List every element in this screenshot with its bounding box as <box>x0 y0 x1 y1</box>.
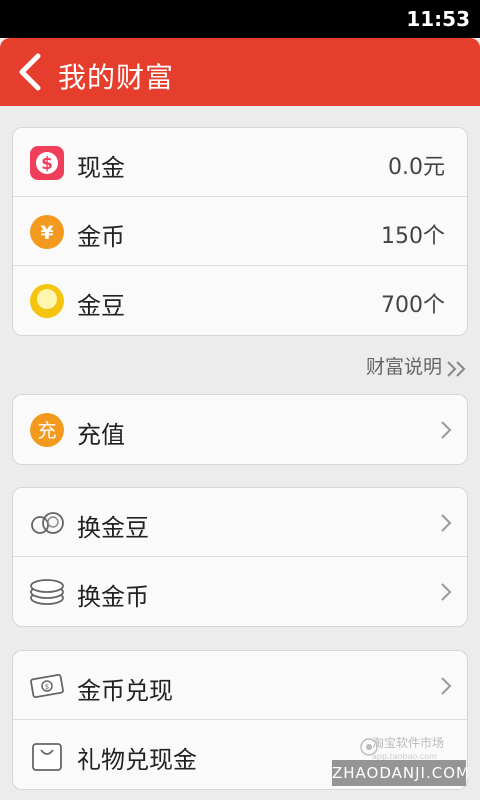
status-time: 11:53 <box>406 7 470 31</box>
status-bar: 11:53 <box>0 0 480 38</box>
gift-bag-icon <box>32 743 62 771</box>
back-arrow-icon <box>19 53 41 91</box>
beans-outline-icon <box>31 512 64 534</box>
wealth-info-link[interactable]: 财富说明 <box>366 352 468 380</box>
svg-text:¥: ¥ <box>40 222 53 244</box>
exchange-card: 换金豆 换金币 <box>12 487 468 627</box>
balance-label: 金豆 <box>77 292 125 320</box>
wealth-info-label: 财富说明 <box>365 356 442 378</box>
recharge-row[interactable]: 充 充值 <box>13 395 467 464</box>
wealth-screen: 我的财富 $ 现金 0.0元 ¥ 金币 150个 金豆 700个 财富说明 充 … <box>0 38 480 800</box>
balance-label: 现金 <box>77 154 125 182</box>
chevron-right-icon <box>441 514 452 532</box>
gold-bean-icon <box>30 284 64 318</box>
balance-value: 700个 <box>381 293 445 318</box>
chevron-right-icon <box>441 421 452 439</box>
balance-row-cash: $ 现金 0.0元 <box>13 128 467 197</box>
coin-cashout-row[interactable]: $ 金币兑现 <box>13 651 467 720</box>
svg-text:$: $ <box>45 683 49 691</box>
gift-cashout-label: 礼物兑现金 <box>77 746 197 774</box>
balance-label: 金币 <box>77 223 125 251</box>
chevron-right-icon <box>441 677 452 695</box>
coins-stack-icon <box>30 579 64 605</box>
watermark-brand-text: 淘宝软件市场 <box>372 736 445 750</box>
double-chevron-right-icon <box>447 360 466 377</box>
coin-cashout-label: 金币兑现 <box>77 677 173 705</box>
balances-card: $ 现金 0.0元 ¥ 金币 150个 金豆 700个 <box>12 127 468 336</box>
title-bar: 我的财富 <box>0 38 480 106</box>
page-title: 我的财富 <box>58 61 175 94</box>
exchange-beans-label: 换金豆 <box>77 514 149 542</box>
cash-note-icon: $ <box>30 673 64 699</box>
balance-row-gold-coin: ¥ 金币 150个 <box>13 197 467 266</box>
chevron-right-icon <box>441 583 452 601</box>
svg-text:$: $ <box>41 154 53 174</box>
watermark-site: ZHAODANJI.COM <box>332 760 469 786</box>
gold-coin-icon: ¥ <box>30 215 64 249</box>
exchange-beans-row[interactable]: 换金豆 <box>13 488 467 557</box>
balance-value: 150个 <box>381 224 445 249</box>
exchange-coins-label: 换金币 <box>77 583 149 611</box>
cash-icon: $ <box>30 146 64 180</box>
recharge-icon-glyph: 充 <box>37 420 56 442</box>
balance-value: 0.0元 <box>388 155 445 180</box>
recharge-label: 充值 <box>77 421 125 449</box>
balance-row-gold-bean: 金豆 700个 <box>13 266 467 335</box>
back-button[interactable] <box>8 48 52 96</box>
recharge-icon: 充 <box>30 413 64 447</box>
exchange-coins-row[interactable]: 换金币 <box>13 557 467 626</box>
recharge-card: 充 充值 <box>12 394 468 465</box>
